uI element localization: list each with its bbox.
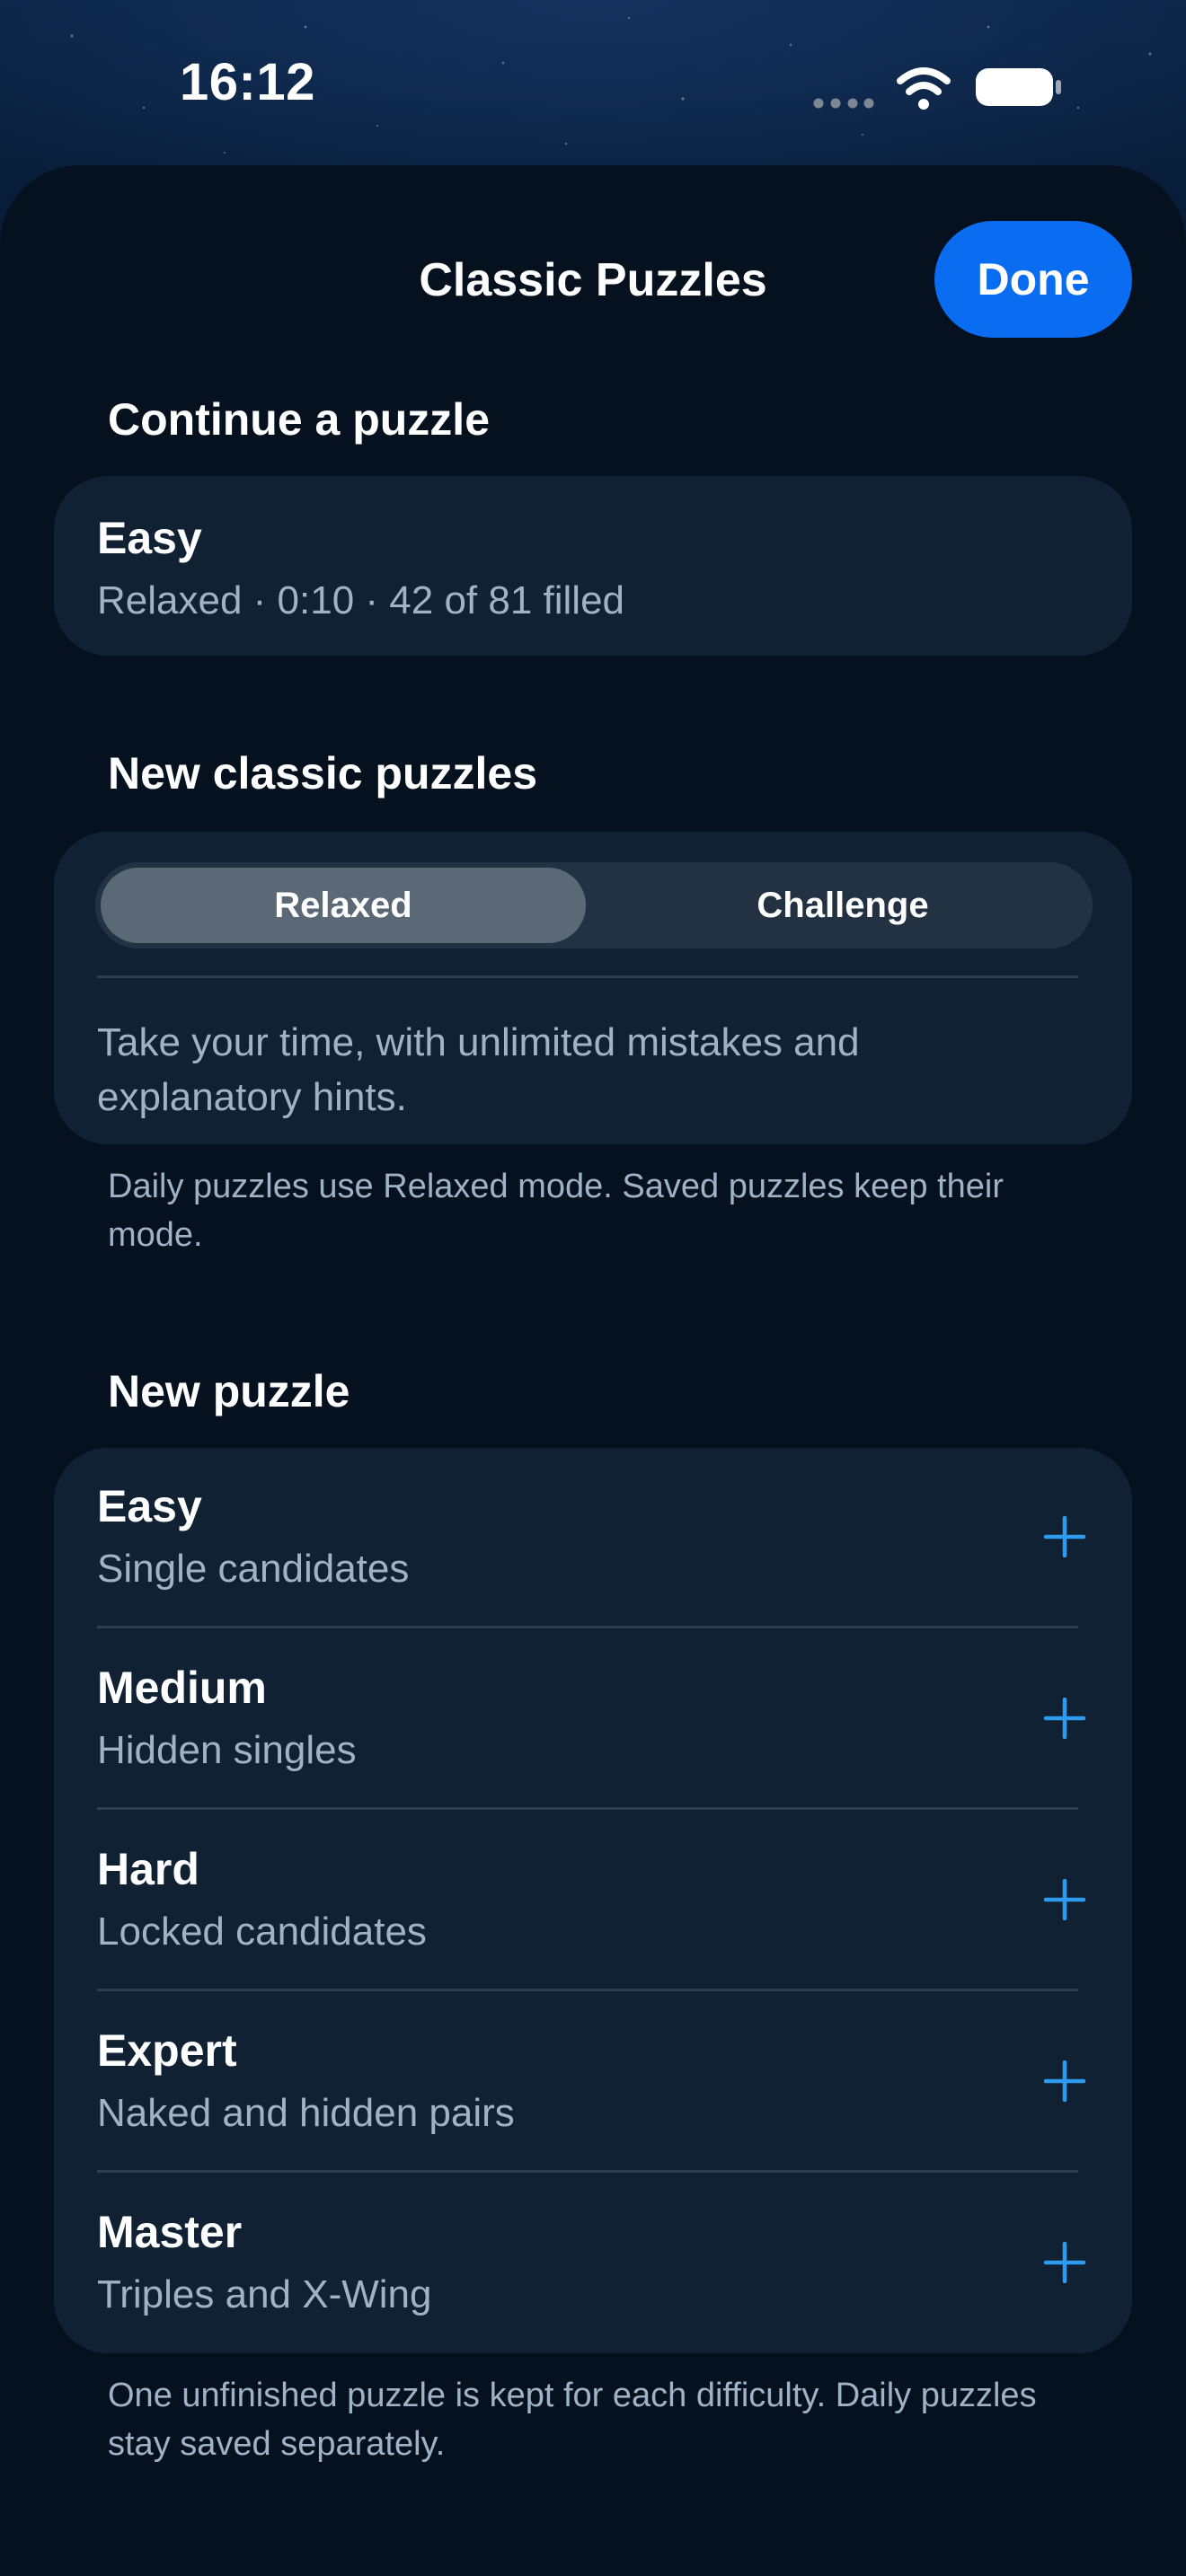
plus-icon[interactable] xyxy=(1044,2242,1085,2283)
difficulty-title: Medium xyxy=(97,1663,267,1713)
mode-description: Take your time, with unlimited mistakes … xyxy=(97,1020,860,1119)
plus-icon[interactable] xyxy=(1044,1698,1085,1739)
plus-icon[interactable] xyxy=(1044,1516,1085,1557)
continue-puzzle-subtitle: Relaxed · 0:10 · 42 of 81 filled xyxy=(97,578,625,622)
mode-segmented-control: Relaxed Challenge xyxy=(95,862,1093,948)
signal-dots-icon xyxy=(813,98,874,109)
segment-relaxed[interactable]: Relaxed xyxy=(101,868,586,943)
list-item-hard[interactable]: Hard Locked candidates xyxy=(54,1809,1132,1989)
difficulty-subtitle: Single candidates xyxy=(97,1547,410,1591)
plus-icon[interactable] xyxy=(1044,1879,1085,1920)
new-puzzle-footnote: One unfinished puzzle is kept for each d… xyxy=(108,2377,1037,2463)
wifi-icon xyxy=(897,67,951,110)
difficulty-title: Master xyxy=(97,2207,243,2257)
difficulty-subtitle: Naked and hidden pairs xyxy=(97,2091,515,2135)
difficulty-title: Hard xyxy=(97,1844,199,1894)
continue-puzzle-title: Easy xyxy=(97,513,202,563)
status-time: 16:12 xyxy=(180,53,315,111)
new-puzzle-card: Easy Single candidates Medium Hidden sin… xyxy=(54,1448,1132,2353)
list-item-master[interactable]: Master Triples and X-Wing xyxy=(54,2172,1132,2351)
difficulty-subtitle: Hidden singles xyxy=(97,1728,357,1772)
difficulty-subtitle: Locked candidates xyxy=(97,1910,427,1954)
difficulty-subtitle: Triples and X-Wing xyxy=(97,2272,432,2316)
continue-puzzle-card[interactable]: Easy Relaxed · 0:10 · 42 of 81 filled xyxy=(54,476,1132,656)
list-item-medium[interactable]: Medium Hidden singles xyxy=(54,1628,1132,1807)
list-item-easy[interactable]: Easy Single candidates xyxy=(54,1448,1132,1628)
new-puzzle-section-header: New puzzle xyxy=(108,1366,350,1416)
segment-challenge[interactable]: Challenge xyxy=(600,868,1085,943)
classic-puzzles-sheet: Classic Puzzles Done Continue a puzzle E… xyxy=(0,165,1186,2576)
battery-icon xyxy=(976,68,1061,106)
status-bar: 16:12 xyxy=(0,0,1186,171)
classic-mode-card: Relaxed Challenge Take your time, with u… xyxy=(54,832,1132,1144)
plus-icon[interactable] xyxy=(1044,2060,1085,2102)
continue-section-header: Continue a puzzle xyxy=(108,394,490,445)
classic-section-header: New classic puzzles xyxy=(108,748,538,798)
divider xyxy=(97,975,1078,978)
difficulty-title: Expert xyxy=(97,2025,237,2076)
classic-footnote: Daily puzzles use Relaxed mode. Saved pu… xyxy=(108,1168,1004,1254)
list-item-expert[interactable]: Expert Naked and hidden pairs xyxy=(54,1990,1132,2170)
done-button[interactable]: Done xyxy=(934,221,1132,338)
difficulty-title: Easy xyxy=(97,1481,202,1531)
